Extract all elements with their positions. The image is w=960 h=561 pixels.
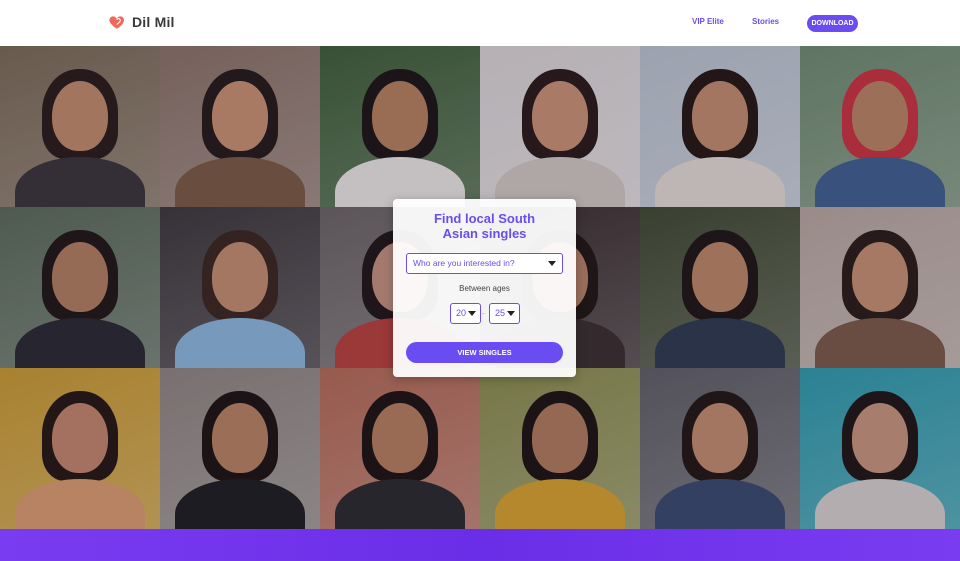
portrait-body: [15, 157, 145, 207]
download-button[interactable]: DOWNLOAD: [807, 15, 858, 32]
portrait-hair: [682, 229, 758, 320]
profile-photo-18: [800, 368, 960, 529]
portrait-face: [692, 242, 748, 313]
portrait-face: [212, 81, 268, 152]
portrait-face: [852, 242, 908, 313]
portrait-body: [175, 318, 305, 368]
portrait-body: [175, 157, 305, 207]
portrait-hair: [202, 229, 278, 320]
portrait-face: [532, 403, 588, 474]
search-card: Find local South Asian singles Who are y…: [393, 199, 576, 377]
portrait-face: [212, 403, 268, 474]
site-header: Dil Mil VIP Elite Stories DOWNLOAD: [0, 0, 960, 46]
portrait-hair: [842, 229, 918, 320]
portrait-hair: [202, 68, 278, 159]
portrait-body: [335, 479, 465, 529]
portrait-face: [532, 81, 588, 152]
portrait-body: [815, 479, 945, 529]
profile-photo-5: [640, 46, 800, 207]
portrait-hair: [42, 390, 118, 481]
portrait-body: [495, 479, 625, 529]
portrait-hair: [682, 68, 758, 159]
profile-photo-2: [160, 46, 320, 207]
profile-photo-4: [480, 46, 640, 207]
profile-photo-17: [640, 368, 800, 529]
profile-photo-7: [0, 207, 160, 368]
caret-down-icon: [468, 311, 476, 316]
portrait-face: [52, 403, 108, 474]
portrait-body: [175, 479, 305, 529]
portrait-face: [372, 81, 428, 152]
portrait-body: [15, 479, 145, 529]
portrait-hair: [362, 390, 438, 481]
portrait-body: [655, 479, 785, 529]
card-title-line-1: Find local South: [433, 211, 536, 226]
portrait-face: [372, 403, 428, 474]
ages-label: Between ages: [459, 284, 510, 293]
portrait-hair: [202, 390, 278, 481]
portrait-face: [852, 403, 908, 474]
portrait-hair: [842, 390, 918, 481]
portrait-hair: [42, 229, 118, 320]
nav-link-vip-elite[interactable]: VIP Elite: [692, 17, 724, 26]
portrait-hair: [682, 390, 758, 481]
portrait-body: [655, 318, 785, 368]
interest-select[interactable]: Who are you interested in?: [406, 253, 563, 274]
profile-photo-12: [800, 207, 960, 368]
age-range-separator: -: [482, 309, 485, 318]
profile-photo-15: [320, 368, 480, 529]
portrait-hair: [42, 68, 118, 159]
portrait-face: [692, 81, 748, 152]
age-min-value: 20: [456, 308, 467, 318]
nav-link-stories[interactable]: Stories: [752, 17, 779, 26]
portrait-face: [692, 403, 748, 474]
profile-photo-3: [320, 46, 480, 207]
age-max-value: 25: [495, 308, 506, 318]
portrait-body: [815, 318, 945, 368]
age-min-select[interactable]: 20: [450, 303, 481, 324]
portrait-face: [52, 81, 108, 152]
portrait-body: [655, 157, 785, 207]
portrait-hair: [362, 68, 438, 159]
profile-photo-11: [640, 207, 800, 368]
heart-logo-icon: [109, 16, 124, 29]
caret-down-icon: [507, 311, 515, 316]
interest-select-value: Who are you interested in?: [413, 258, 515, 268]
portrait-hair: [842, 68, 918, 159]
portrait-face: [852, 81, 908, 152]
portrait-body: [815, 157, 945, 207]
logo-text: Dil Mil: [132, 14, 175, 30]
profile-photo-16: [480, 368, 640, 529]
profile-photo-8: [160, 207, 320, 368]
age-max-select[interactable]: 25: [489, 303, 520, 324]
view-singles-button[interactable]: VIEW SINGLES: [406, 342, 563, 363]
portrait-face: [212, 242, 268, 313]
caret-down-icon: [548, 261, 556, 266]
profile-photo-1: [0, 46, 160, 207]
footer-bar: [0, 529, 960, 561]
profile-photo-6: [800, 46, 960, 207]
portrait-hair: [522, 390, 598, 481]
profile-photo-14: [160, 368, 320, 529]
card-title-line-2: Asian singles: [442, 226, 527, 241]
portrait-body: [15, 318, 145, 368]
profile-photo-13: [0, 368, 160, 529]
logo[interactable]: Dil Mil: [108, 13, 175, 31]
portrait-hair: [522, 68, 598, 159]
portrait-face: [52, 242, 108, 313]
card-title: Find local South Asian singles: [393, 211, 576, 241]
